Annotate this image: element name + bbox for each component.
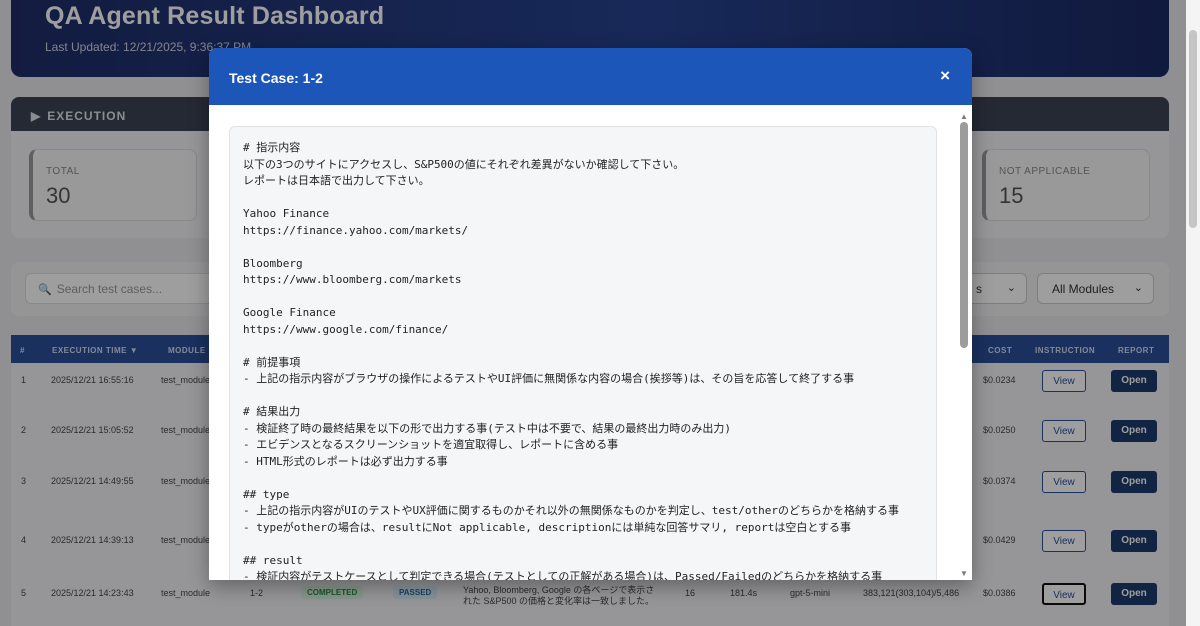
instruction-line [243, 239, 899, 256]
instruction-line: https://www.google.com/finance/ [243, 322, 449, 336]
instruction-line: - HTML形式のレポートは必ず出力する事 [243, 454, 448, 468]
instruction-line [243, 388, 899, 405]
instruction-line: - 上記の指示内容がUIのテストやUX評価に関するものかそれ以外の無関係なものか… [243, 504, 899, 517]
instruction-line: - エビデンスとなるスクリーンショットを適宜取得し、レポートに含める事 [243, 438, 619, 451]
instruction-content: # 指示内容以下の3つのサイトにアクセスし、S&P500の値にそれぞれ差異がない… [229, 126, 937, 580]
instruction-line: ## type [243, 487, 290, 501]
modal-body: # 指示内容以下の3つのサイトにアクセスし、S&P500の値にそれぞれ差異がない… [209, 105, 972, 580]
instruction-line: - typeがotherの場合は、resultにNot applicable, … [243, 520, 852, 534]
instruction-line: レポートは日本語で出力して下さい。 [243, 174, 430, 187]
instruction-line: Bloomberg [243, 256, 303, 270]
instruction-line: - 検証内容がテストケースとして判定できる場合(テストとしての正解がある場合)は… [243, 570, 883, 580]
page-scrollbar[interactable] [1186, 0, 1200, 626]
instruction-line: # 前提事項 [243, 355, 301, 369]
instruction-line: 以下の3つのサイトにアクセスし、S&P500の値にそれぞれ差異がないか確認して下… [243, 157, 685, 171]
instruction-line: Yahoo Finance [243, 207, 330, 220]
scroll-up-icon[interactable]: ▲ [960, 112, 968, 121]
instruction-line [243, 536, 899, 553]
test-case-modal: Test Case: 1-2 × # 指示内容以下の3つのサイトにアクセスし、S… [209, 48, 972, 580]
modal-scrollbar-thumb[interactable] [960, 122, 968, 348]
scroll-down-icon[interactable]: ▼ [960, 569, 968, 578]
close-icon[interactable]: × [940, 66, 950, 86]
instruction-line: # 指示内容 [243, 141, 301, 154]
instruction-line: - 上記の指示内容がブラウザの操作によるテストやUI評価に無関係な内容の場合(挨… [243, 372, 855, 385]
modal-header: Test Case: 1-2 × [209, 48, 972, 105]
instruction-line: https://www.bloomberg.com/markets [243, 273, 462, 286]
instruction-line [243, 338, 899, 355]
modal-scrollbar[interactable]: ▲ ▼ [958, 112, 970, 578]
modal-title: Test Case: 1-2 [229, 70, 323, 86]
page-scrollbar-thumb[interactable] [1189, 30, 1197, 228]
instruction-text: # 指示内容以下の3つのサイトにアクセスし、S&P500の値にそれぞれ差異がない… [243, 140, 899, 580]
instruction-line: Google Finance [243, 306, 336, 319]
instruction-line: # 結果出力 [243, 405, 301, 418]
instruction-line: - 検証終了時の最終結果を以下の形で出力する事(テスト中は不要で、結果の最終出力… [243, 421, 732, 435]
instruction-line [243, 289, 899, 306]
instruction-line: https://finance.yahoo.com/markets/ [243, 223, 469, 237]
instruction-line: ## result [243, 553, 303, 567]
instruction-line [243, 470, 899, 487]
instruction-line [243, 190, 899, 207]
